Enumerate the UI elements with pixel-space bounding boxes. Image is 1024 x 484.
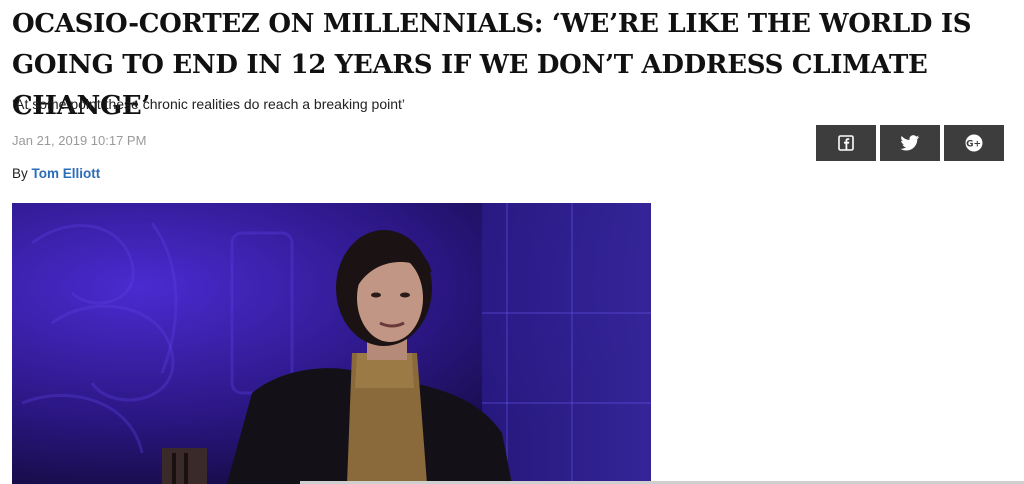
svg-text:G+: G+ [966,140,981,150]
article-subheadline: ‘At some point these chronic realities d… [12,96,405,112]
facebook-share-button[interactable] [816,125,876,161]
facebook-icon [838,135,854,151]
author-link[interactable]: Tom Elliott [32,166,101,181]
share-bar: G+ [816,125,1004,161]
google-plus-icon: G+ [965,134,983,152]
article-timestamp: Jan 21, 2019 10:17 PM [12,133,147,148]
article-hero-image [12,203,651,484]
twitter-icon [900,135,920,151]
twitter-share-button[interactable] [880,125,940,161]
byline-prefix: By [12,166,28,181]
google-plus-share-button[interactable]: G+ [944,125,1004,161]
byline: By Tom Elliott [12,166,100,181]
